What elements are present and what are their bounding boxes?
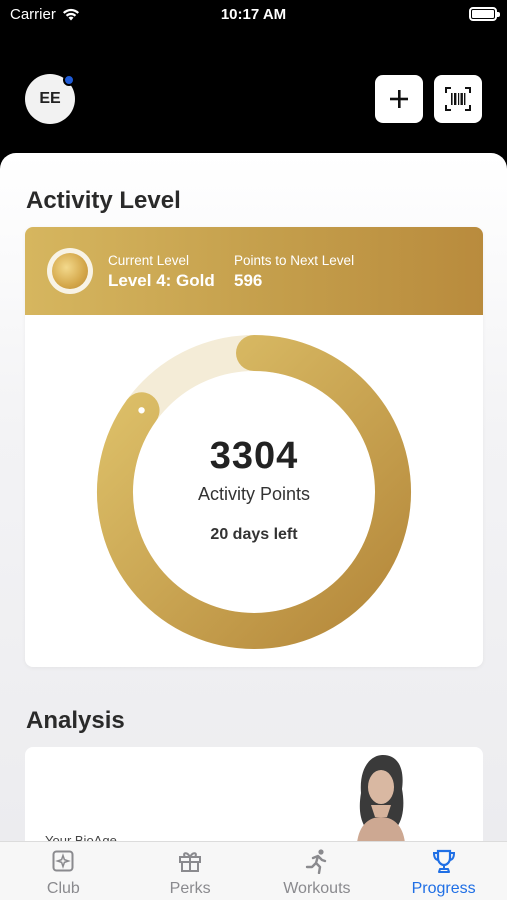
avatar[interactable]: EE	[25, 74, 75, 124]
add-button[interactable]	[375, 75, 423, 123]
gold-medal-icon	[47, 248, 93, 294]
current-level-value: Level 4: Gold	[108, 271, 215, 290]
activity-ring: 3304 Activity Points 20 days left	[25, 315, 483, 667]
analysis-card[interactable]: Your BioAge	[25, 747, 483, 843]
plus-icon	[390, 90, 408, 108]
next-level-value: 596	[234, 271, 263, 290]
activity-level-card[interactable]: Current Level Level 4: Gold Points to Ne…	[25, 227, 483, 667]
tab-perks[interactable]: Perks	[127, 842, 254, 900]
tab-label-perks: Perks	[169, 880, 211, 897]
activity-level-title: Activity Level	[26, 187, 181, 214]
avatar-initials: EE	[39, 90, 61, 107]
activity-points-value: 3304	[209, 435, 299, 477]
tab-club[interactable]: Club	[0, 842, 127, 900]
analysis-title: Analysis	[26, 707, 125, 734]
current-level-label: Current Level	[108, 253, 190, 268]
ring-progress-marker	[138, 407, 145, 414]
activity-points-label: Activity Points	[197, 484, 311, 504]
tab-label-workouts: Workouts	[283, 880, 351, 897]
content-sheet: Activity Level Current Level Level 4: Go…	[0, 153, 507, 843]
person-photo	[357, 755, 405, 843]
scan-barcode-button[interactable]	[434, 75, 482, 123]
tab-label-progress: Progress	[411, 880, 476, 897]
club-icon	[52, 850, 74, 872]
runner-icon	[305, 849, 327, 874]
status-time: 10:17 AM	[220, 6, 287, 23]
days-left-label: 20 days left	[210, 526, 298, 543]
tab-progress[interactable]: Progress	[380, 842, 507, 900]
barcode-scan-icon	[445, 87, 471, 111]
status-bar: Carrier 10:17 AM	[0, 0, 507, 30]
level-banner: Current Level Level 4: Gold Points to Ne…	[25, 227, 483, 315]
tab-label-club: Club	[46, 880, 80, 897]
tab-workouts[interactable]: Workouts	[254, 842, 381, 900]
tab-bar: Club Perks Workouts Progress	[0, 841, 507, 900]
notification-dot	[63, 74, 75, 86]
trophy-icon	[432, 849, 455, 873]
battery-icon	[469, 7, 500, 21]
next-level-label: Points to Next Level	[234, 253, 355, 268]
gift-icon	[179, 852, 202, 872]
